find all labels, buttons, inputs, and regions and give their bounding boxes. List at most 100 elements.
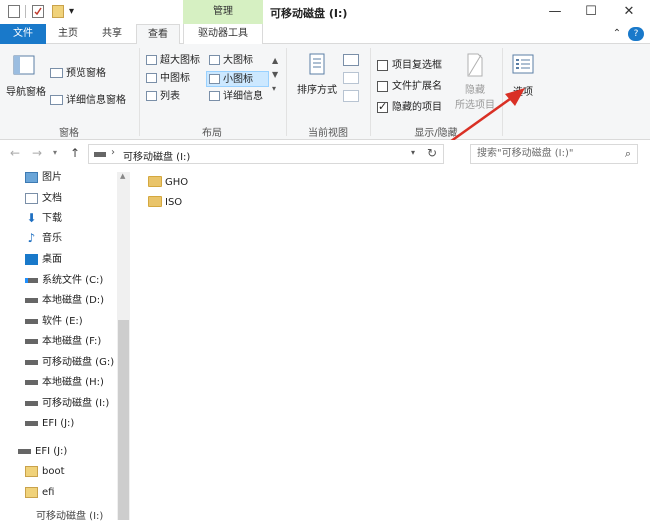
nav-item-pictures[interactable]: 图片 — [25, 169, 62, 187]
folder-icon — [148, 195, 162, 207]
address-dropdown-icon[interactable]: ▾ — [411, 148, 415, 157]
nav-pane-label: 导航窗格 — [6, 87, 46, 98]
file-item[interactable]: GHO — [148, 174, 188, 192]
drive-icon — [25, 379, 38, 385]
details-pane-icon — [50, 95, 63, 105]
up-icon[interactable]: ↑ — [70, 146, 80, 160]
group-by-icon[interactable] — [343, 54, 359, 66]
nav-item-label: 可移动磁盘 (G:) — [42, 357, 115, 368]
pictures-icon — [25, 171, 38, 183]
tab-share[interactable]: 共享 — [92, 24, 132, 44]
preview-pane-button[interactable]: 预览窗格 — [50, 64, 106, 79]
checkbox-checked[interactable] — [377, 100, 388, 113]
nav-item-desktop[interactable]: 桌面 — [25, 251, 62, 269]
search-input[interactable]: 搜索"可移动磁盘 (I:)" ⌕ — [470, 144, 638, 164]
nav-item-label: 图片 — [42, 172, 62, 183]
ribbon-tabs: 文件 主页 共享 查看 驱动器工具 ⌃ ? — [0, 24, 650, 45]
nav-item-documents[interactable]: 文档 — [25, 190, 62, 208]
minimize-button[interactable]: — — [540, 2, 570, 22]
properties-icon[interactable] — [32, 5, 44, 18]
layout-icon — [146, 55, 157, 65]
size-columns-icon[interactable] — [343, 90, 359, 102]
nav-item-drive-i[interactable]: 可移动磁盘 (I:) — [25, 395, 109, 413]
search-icon[interactable]: ⌕ — [625, 145, 631, 163]
tab-view[interactable]: 查看 — [136, 24, 180, 45]
nav-item-label: 本地磁盘 (D:) — [42, 295, 105, 306]
nav-item-label: 可移动磁盘 (I:) — [42, 398, 110, 409]
nav-item-drive-e[interactable]: 软件 (E:) — [25, 313, 83, 331]
collapse-ribbon-icon[interactable]: ⌃ — [610, 24, 624, 44]
refresh-icon[interactable]: ↻ — [427, 146, 437, 160]
ribbon: 导航窗格 预览窗格 详细信息窗格 窗格 超大图标 大图标 中图标 小图标 列表 … — [0, 44, 650, 140]
details-pane-label: 详细信息窗格 — [66, 95, 126, 106]
layout-list[interactable]: 列表 — [144, 89, 206, 105]
layout-scroll-arrows[interactable]: ▲ ▼ ▾ — [272, 54, 278, 96]
breadcrumb-current[interactable]: 可移动磁盘 (I:) — [123, 148, 190, 163]
nav-item-drive-g[interactable]: 可移动磁盘 (G:) — [25, 354, 114, 372]
nav-item-drive-c[interactable]: 系统文件 (C:) — [25, 272, 103, 290]
nav-item-boot[interactable]: boot — [25, 463, 65, 481]
nav-item-downloads[interactable]: ⬇ 下载 — [25, 210, 62, 228]
recent-locations-icon[interactable]: ▾ — [53, 148, 57, 157]
tab-home[interactable]: 主页 — [50, 24, 86, 44]
preview-pane-label: 预览窗格 — [66, 68, 106, 79]
layout-details[interactable]: 详细信息 — [207, 89, 269, 105]
maximize-button[interactable]: ☐ — [576, 2, 606, 22]
file-item[interactable]: ISO — [148, 194, 182, 212]
new-folder-icon[interactable] — [52, 5, 64, 18]
nav-pane-button[interactable]: 导航窗格 — [6, 54, 46, 98]
group-separator — [370, 48, 371, 136]
nav-item-label: 文档 — [42, 193, 62, 204]
item-checkboxes-toggle[interactable]: 项目复选框 — [377, 56, 442, 71]
title-bar: ▾ 管理 可移动磁盘 (I:) — ☐ ✕ — [0, 0, 650, 24]
nav-item-label: 桌面 — [42, 254, 62, 265]
tab-drive-tools[interactable]: 驱动器工具 — [183, 24, 263, 44]
nav-item-drive-h[interactable]: 本地磁盘 (H:) — [25, 374, 104, 392]
checkbox[interactable] — [377, 80, 388, 92]
preview-pane-icon — [50, 68, 63, 78]
nav-item-drive-f[interactable]: 本地磁盘 (F:) — [25, 333, 101, 351]
item-checkboxes-label: 项目复选框 — [392, 60, 442, 71]
nav-item-drive-j[interactable]: EFI (J:) — [25, 415, 74, 433]
group-separator — [286, 48, 287, 136]
layout-medium-icons[interactable]: 中图标 — [144, 71, 206, 87]
nav-scrollbar-thumb[interactable] — [118, 320, 129, 520]
scroll-up-icon[interactable]: ▲ — [120, 172, 125, 180]
layout-large-icons[interactable]: 大图标 — [207, 53, 269, 69]
layout-label: 中图标 — [160, 73, 190, 84]
layout-small-icons[interactable]: 小图标 — [206, 71, 269, 87]
nav-item-music[interactable]: ♪ 音乐 — [25, 230, 62, 248]
nav-item-drive-d[interactable]: 本地磁盘 (D:) — [25, 292, 104, 310]
sort-by-button[interactable]: 排序方式 — [294, 52, 340, 96]
back-icon[interactable]: ← — [10, 146, 20, 160]
nav-pane-icon — [13, 55, 35, 75]
folder-icon — [25, 486, 38, 498]
forward-icon[interactable]: → — [32, 146, 42, 160]
layout-icon — [146, 73, 157, 83]
layout-extra-large-icons[interactable]: 超大图标 — [144, 53, 206, 69]
music-icon: ♪ — [27, 230, 36, 245]
group-label-panes: 窗格 — [59, 128, 79, 139]
nav-item-label: efi — [42, 487, 55, 498]
nav-item-label: 软件 (E:) — [42, 316, 83, 327]
drive-c-icon — [25, 277, 38, 283]
address-bar[interactable]: › 可移动磁盘 (I:) ▾ ↻ — [88, 144, 444, 164]
customize-quick-access-icon[interactable]: ▾ — [69, 5, 81, 18]
group-separator — [139, 48, 140, 136]
nav-item-efi[interactable]: efi — [25, 484, 54, 502]
tab-file[interactable]: 文件 — [0, 24, 46, 44]
context-tab-manage[interactable]: 管理 — [183, 0, 263, 24]
close-button[interactable]: ✕ — [614, 2, 644, 22]
details-pane-button[interactable]: 详细信息窗格 — [50, 91, 126, 106]
checkbox[interactable] — [377, 59, 388, 71]
drive-icon — [25, 297, 38, 303]
nav-item-efi-root[interactable]: EFI (J:) — [18, 443, 67, 461]
breadcrumb-chevron-icon[interactable]: › — [111, 147, 115, 158]
folder-icon — [148, 175, 162, 187]
help-icon[interactable]: ? — [628, 27, 644, 41]
nav-item-label: 下载 — [42, 213, 62, 224]
add-columns-icon[interactable] — [343, 72, 359, 84]
layout-label: 列表 — [160, 91, 180, 102]
nav-item-label: 系统文件 (C:) — [42, 275, 104, 286]
nav-item-drive-i-bottom[interactable]: 可移动磁盘 (I:) — [36, 508, 103, 526]
